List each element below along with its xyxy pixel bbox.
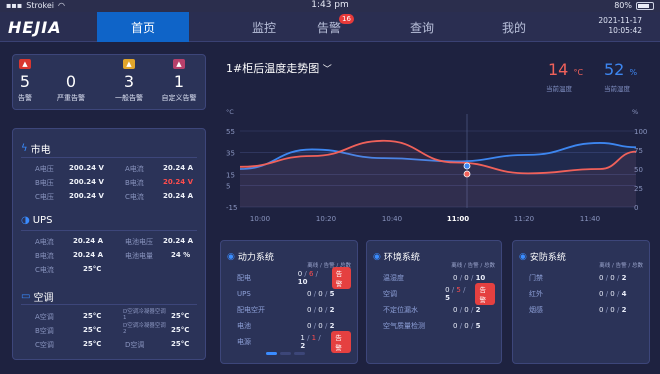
alarm-tag[interactable]: 告警 — [475, 283, 495, 305]
system-row-name: 配电空开 — [237, 306, 265, 314]
power-system-panel[interactable]: ◉ 动力系统 离线 / 告警 / 总数 配电 0 / 6 / 10 告警 UPS 0 / 0 … — [220, 240, 358, 364]
x-tick-label: 11:20 — [514, 215, 534, 223]
security-icon: ◉ — [519, 251, 527, 262]
system-row-values: 0 / 0 / 2 — [307, 322, 334, 330]
system-row[interactable]: UPS 0 / 0 / 5 — [237, 287, 351, 301]
system-row-value: 10 — [297, 278, 308, 286]
environment-icon: ◉ — [373, 251, 381, 262]
system-row-name: 温湿度 — [383, 274, 404, 282]
system-row-name: 空气质量检测 — [383, 322, 425, 330]
y-left-tick-label: 5 — [226, 182, 230, 190]
system-row-value: 4 — [621, 290, 627, 298]
separator: / — [322, 322, 330, 330]
system-row-name: 电源 — [237, 338, 251, 346]
separator: / — [468, 306, 476, 314]
system-row-values: 0 / 0 / 2 — [453, 306, 480, 314]
system-column-header: 离线 / 告警 / 总数 — [599, 263, 643, 269]
system-row-name: 空调 — [383, 290, 397, 298]
system-row-values: 0 / 0 / 10 — [453, 274, 485, 282]
x-tick-label: 10:00 — [250, 215, 270, 223]
system-row[interactable]: 门禁 0 / 0 / 2 — [529, 271, 643, 285]
separator: / — [614, 306, 622, 314]
system-row-values: 0 / 0 / 2 — [599, 306, 626, 314]
y-left-tick-label: -15 — [226, 204, 237, 212]
system-row-value: 10 — [475, 274, 486, 282]
x-tick-label: 10:20 — [316, 215, 336, 223]
separator: / — [316, 334, 321, 342]
system-row-value: 5 — [475, 322, 481, 330]
system-row-value: 2 — [329, 306, 335, 314]
y-right-unit: % — [632, 108, 638, 116]
system-row-name: 不定位漏水 — [383, 306, 418, 314]
system-row-name: UPS — [237, 290, 251, 298]
separator: / — [614, 290, 622, 298]
separator: / — [304, 334, 312, 342]
separator: / — [468, 274, 476, 282]
system-row-name: 门禁 — [529, 274, 543, 282]
hover-point-temperature — [463, 170, 471, 178]
y-left-tick-label: 15 — [226, 171, 235, 179]
system-title: ◉ 环境系统 — [373, 250, 420, 264]
y-left-tick-label: 35 — [226, 150, 235, 158]
system-row-value: 2 — [475, 306, 481, 314]
page-indicator[interactable] — [266, 352, 305, 355]
separator: / — [468, 322, 476, 330]
system-row[interactable]: 烟感 0 / 0 / 2 — [529, 303, 643, 317]
system-row-name: 红外 — [529, 290, 543, 298]
system-row-values: 1 / 1 / 2 — [300, 334, 325, 350]
system-title: ◉ 动力系统 — [227, 250, 274, 264]
x-tick-label: 10:40 — [382, 215, 402, 223]
y-left-unit: °C — [226, 108, 234, 116]
separator: / — [302, 270, 309, 278]
system-row-values: 0 / 0 / 2 — [307, 306, 334, 314]
security-system-panel[interactable]: ◉ 安防系统离线 / 告警 / 总数门禁 0 / 0 / 2 红外 0 / 0 / 4 烟… — [512, 240, 650, 364]
system-title-text: 动力系统 — [237, 253, 274, 263]
system-row-name: 配电 — [237, 274, 251, 282]
system-row-values: 0 / 0 / 5 — [453, 322, 480, 330]
y-right-tick-label: 100 — [634, 128, 647, 136]
system-row-values: 0 / 0 / 2 — [599, 274, 626, 282]
system-title-text: 环境系统 — [383, 253, 420, 263]
hover-point-humidity — [463, 162, 471, 170]
system-row-name: 烟感 — [529, 306, 543, 314]
system-row[interactable]: 电源 1 / 1 / 2 告警 — [237, 331, 351, 353]
system-row-value: 2 — [621, 274, 627, 282]
y-left-tick-label: 55 — [226, 128, 235, 136]
system-row-values: 0 / 5 / 5 — [445, 286, 469, 302]
system-title-text: 安防系统 — [529, 253, 566, 263]
separator: / — [313, 270, 319, 278]
power-icon: ◉ — [227, 251, 235, 262]
alarm-tag[interactable]: 告警 — [331, 267, 351, 289]
system-row[interactable]: 红外 0 / 0 / 4 — [529, 287, 643, 301]
system-row-value: 2 — [300, 342, 306, 350]
page-dot[interactable] — [294, 352, 305, 355]
x-tick-label: 11:40 — [580, 215, 600, 223]
system-title: ◉ 安防系统 — [519, 250, 566, 264]
system-row[interactable]: 不定位漏水 0 / 0 / 2 — [383, 303, 495, 317]
separator: / — [614, 274, 622, 282]
x-tick-label: 11:00 — [447, 215, 469, 223]
system-row-values: 0 / 0 / 4 — [599, 290, 626, 298]
system-row-values: 0 / 0 / 5 — [307, 290, 334, 298]
system-row-value: 2 — [621, 306, 627, 314]
system-row[interactable]: 配电空开 0 / 0 / 2 — [237, 303, 351, 317]
system-row[interactable]: 空气质量检测 0 / 0 / 5 — [383, 319, 495, 333]
separator: / — [322, 306, 330, 314]
system-row[interactable]: 空调 0 / 5 / 5 告警 — [383, 283, 495, 305]
separator: / — [322, 290, 330, 298]
separator: / — [460, 286, 466, 294]
environment-system-panel[interactable]: ◉ 环境系统离线 / 告警 / 总数温湿度 0 / 0 / 10 空调 0 / 5 / … — [366, 240, 502, 364]
system-row[interactable]: 配电 0 / 6 / 10 告警 — [237, 267, 351, 289]
system-row-value: 2 — [329, 322, 335, 330]
system-row-value: 5 — [445, 294, 450, 302]
page-dot[interactable] — [280, 352, 291, 355]
system-row-values: 0 / 6 / 10 — [298, 270, 326, 286]
page-dot[interactable] — [266, 352, 277, 355]
system-column-header: 离线 / 告警 / 总数 — [451, 263, 495, 269]
system-row-value: 5 — [329, 290, 335, 298]
alarm-tag[interactable]: 告警 — [331, 331, 351, 353]
system-row-name: 电池 — [237, 322, 251, 330]
